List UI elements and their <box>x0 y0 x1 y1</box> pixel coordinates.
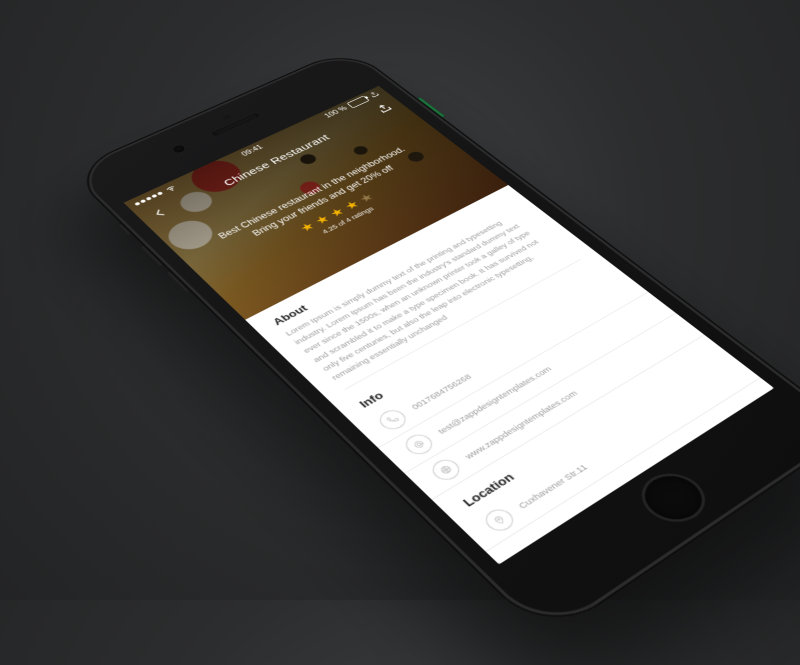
info-row-email[interactable]: test@zappdesigntemplates.com <box>379 292 677 474</box>
info-row-web[interactable]: www.zappdesigntemplates.com <box>405 313 705 500</box>
pin-icon <box>480 505 519 535</box>
phone-mockup: 09:41 100 % Chinese Restaurant <box>67 47 800 641</box>
section-location: Location <box>432 335 726 520</box>
location-heading: Location <box>460 352 712 509</box>
location-address-value: Cuxhavener Str.11 <box>515 461 592 512</box>
home-button[interactable] <box>628 464 718 532</box>
power-button <box>417 97 445 118</box>
info-heading: Info <box>356 269 603 410</box>
volume-down <box>166 271 191 294</box>
front-camera <box>171 144 186 153</box>
info-row-phone[interactable]: 0017684756268 <box>353 272 649 449</box>
screen: 09:41 100 % Chinese Restaurant <box>124 86 774 564</box>
info-web-value: www.zappdesigntemplates.com <box>461 388 581 463</box>
sensor <box>222 114 232 120</box>
earpiece <box>212 113 260 136</box>
info-phone-value: 0017684756268 <box>408 371 475 413</box>
phone-icon <box>375 407 411 434</box>
location-row-address[interactable]: Cuxhavener Str.11 <box>457 355 760 552</box>
globe-icon <box>427 456 465 484</box>
info-email-value: test@zappdesigntemplates.com <box>434 364 555 438</box>
at-icon <box>401 431 438 458</box>
volume-up <box>140 245 164 267</box>
mute-switch <box>117 223 132 236</box>
